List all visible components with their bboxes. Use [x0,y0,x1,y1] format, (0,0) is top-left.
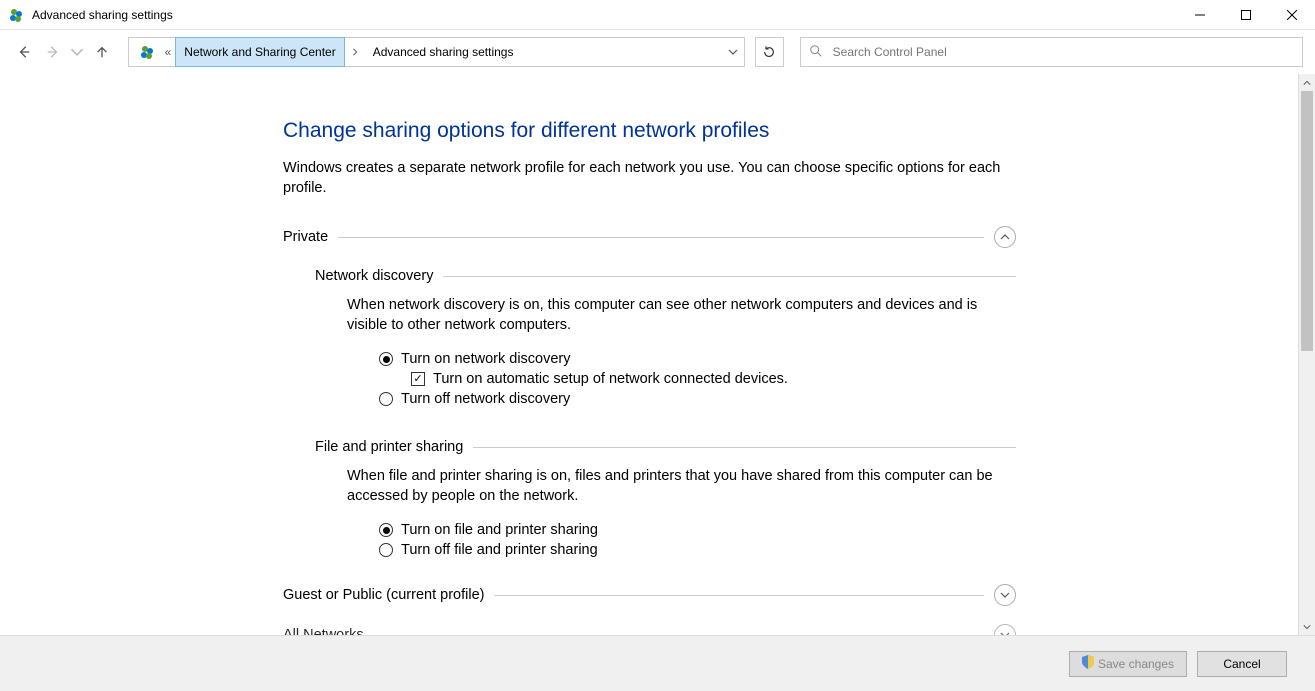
minimize-button[interactable] [1177,0,1223,30]
search-input[interactable] [831,44,1294,60]
divider [338,237,984,238]
content: Change sharing options for different net… [283,74,1016,635]
radio-icon [379,392,393,406]
page-title: Change sharing options for different net… [283,119,1016,143]
window-controls [1177,0,1315,30]
crumb-current[interactable]: Advanced sharing settings [365,38,522,66]
address-bar[interactable]: « Network and Sharing Center Advanced sh… [128,37,745,67]
section-network-discovery: Network discovery When network discovery… [315,268,1016,409]
checkbox-auto-setup[interactable]: Turn on automatic setup of network conne… [411,369,1016,389]
file-printer-description: When file and printer sharing is on, fil… [347,467,1016,506]
radio-icon [379,352,393,366]
up-button[interactable] [90,40,113,64]
radio-network-discovery-on[interactable]: Turn on network discovery [379,349,1016,369]
radio-file-printer-off[interactable]: Turn off file and printer sharing [379,540,1016,560]
address-history-dropdown[interactable] [722,38,744,66]
scroll-down-icon[interactable] [1299,618,1315,635]
app-icon [8,7,24,23]
chevron-up-icon[interactable] [994,226,1016,248]
cancel-label: Cancel [1223,657,1260,671]
radio-label: Turn on file and printer sharing [401,522,598,538]
nav-bar: « Network and Sharing Center Advanced sh… [0,30,1315,74]
profile-guest-public-header[interactable]: Guest or Public (current profile) [283,584,1016,606]
refresh-button[interactable] [755,37,784,67]
forward-button[interactable] [41,40,64,64]
radio-icon [379,523,393,537]
save-changes-button[interactable]: Save changes [1069,651,1187,677]
scroll-up-icon[interactable] [1299,74,1315,91]
close-button[interactable] [1269,0,1315,30]
page-description: Windows creates a separate network profi… [283,159,1016,198]
crumb-link-label: Network and Sharing Center [184,45,335,59]
network-discovery-description: When network discovery is on, this compu… [347,296,1016,335]
search-icon [809,44,823,61]
title-bar: Advanced sharing settings [0,0,1315,30]
profile-guest-label: Guest or Public (current profile) [283,587,484,603]
back-button[interactable] [12,40,35,64]
divider [473,447,1016,448]
radio-label: Turn off file and printer sharing [401,542,598,558]
shield-icon [1082,655,1094,672]
chevron-down-icon[interactable] [994,624,1016,635]
radio-file-printer-on[interactable]: Turn on file and printer sharing [379,520,1016,540]
crumb-chevron-icon[interactable] [345,38,365,66]
checkbox-icon [411,372,425,386]
radio-label: Turn off network discovery [401,391,570,407]
vertical-scrollbar[interactable] [1298,74,1315,635]
content-scroll-area: Change sharing options for different net… [0,74,1315,635]
crumb-current-label: Advanced sharing settings [373,45,514,59]
radio-label: Turn on network discovery [401,351,571,367]
crumb-network-and-sharing-center[interactable]: Network and Sharing Center [175,37,344,67]
checkbox-label: Turn on automatic setup of network conne… [433,371,788,387]
radio-network-discovery-off[interactable]: Turn off network discovery [379,389,1016,409]
window-title: Advanced sharing settings [32,8,173,22]
profile-private-label: Private [283,229,328,245]
search-box[interactable] [800,37,1303,67]
cancel-button[interactable]: Cancel [1197,651,1287,677]
save-label: Save changes [1098,657,1174,671]
scrollbar-thumb[interactable] [1301,91,1313,351]
divider [494,595,984,596]
file-printer-title: File and printer sharing [315,439,463,455]
divider [443,276,1016,277]
radio-icon [379,543,393,557]
profile-private-header[interactable]: Private [283,226,1016,248]
section-file-printer-sharing: File and printer sharing When file and p… [315,439,1016,560]
address-root-icon[interactable] [129,38,161,66]
crumb-overflow[interactable]: « [161,38,176,66]
footer-bar: Save changes Cancel [0,635,1315,691]
profile-all-label: All Networks [283,627,364,635]
network-discovery-title: Network discovery [315,268,433,284]
recent-dropdown[interactable] [70,40,84,64]
profile-all-networks-header[interactable]: All Networks [283,624,1016,635]
maximize-button[interactable] [1223,0,1269,30]
chevron-down-icon[interactable] [994,584,1016,606]
